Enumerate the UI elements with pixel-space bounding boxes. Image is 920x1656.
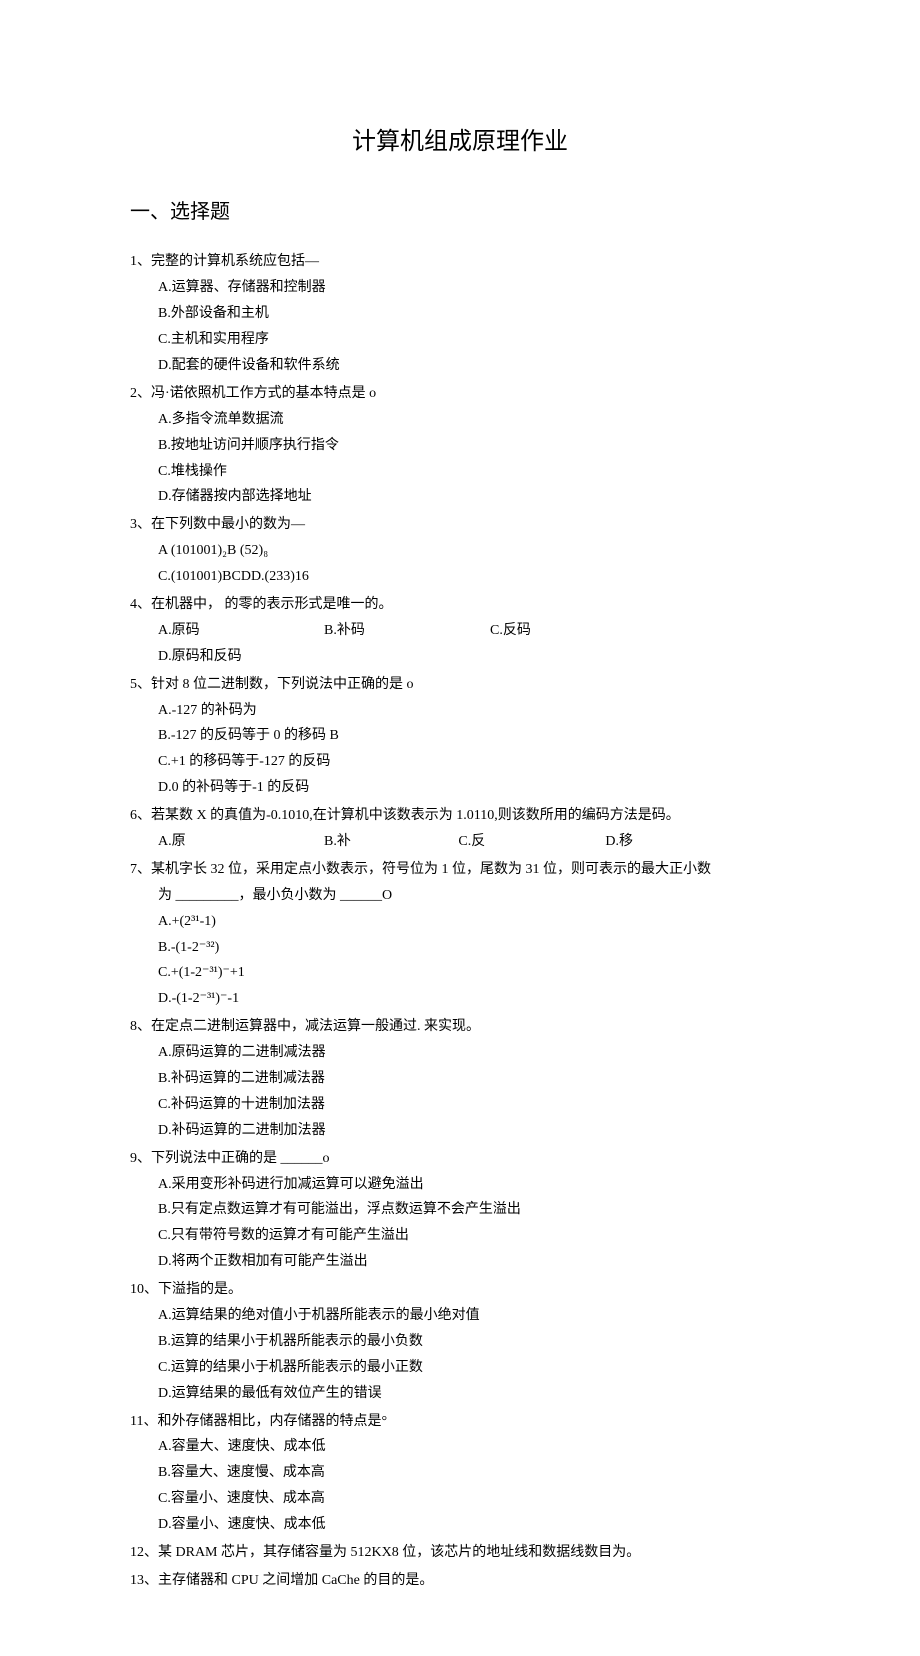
q6-option-c: C.反 [458, 829, 597, 855]
q7-stem-cont: 为 _________，最小负小数为 ______O [130, 883, 790, 909]
q9-option-d: D.将两个正数相加有可能产生溢出 [158, 1249, 782, 1275]
q9-option-b: B.只有定点数运算才有可能溢出，浮点数运算不会产生溢出 [158, 1197, 782, 1223]
page-title: 计算机组成原理作业 [130, 120, 790, 164]
q7-option-d: D.-(1-2⁻³¹)⁻-1 [158, 986, 474, 1012]
q1-option-b: B.外部设备和主机 [158, 301, 474, 327]
q11-option-d: D.容量小、速度快、成本低 [158, 1512, 474, 1538]
q1-option-c: C.主机和实用程序 [158, 327, 474, 353]
question-11: 11、和外存储器相比，内存储器的特点是° A.容量大、速度快、成本低 B.容量大… [130, 1409, 790, 1538]
q10-option-a: A.运算结果的绝对值小于机器所能表示的最小绝对值 [158, 1303, 782, 1329]
q8-option-b: B.补码运算的二进制减法器 [158, 1066, 493, 1092]
question-9: 9、下列说法中正确的是 ______o A.采用变形补码进行加减运算可以避免溢出… [130, 1146, 790, 1275]
q5-option-b: B.-127 的反码等于 0 的移码 B [158, 723, 556, 749]
q9-option-c: C.只有带符号数的运算才有可能产生溢出 [158, 1223, 782, 1249]
q6-option-b: B.补 [324, 829, 450, 855]
question-7: 7、某机字长 32 位，采用定点小数表示，符号位为 1 位，尾数为 31 位，则… [130, 857, 790, 1012]
q4-option-c: C.反码 [490, 618, 648, 644]
question-13: 13、主存储器和 CPU 之间增加 CaChe 的目的是。 [130, 1568, 790, 1594]
q4-option-a: A.原码 [158, 618, 316, 644]
q2-option-c: C.堆栈操作 [158, 459, 398, 485]
question-6: 6、若某数 X 的真值为-0.1010,在计算机中该数表示为 1.0110,则该… [130, 803, 790, 855]
q6-option-d: D.移 [605, 829, 731, 855]
question-10: 10、下溢指的是。 A.运算结果的绝对值小于机器所能表示的最小绝对值 B.运算的… [130, 1277, 790, 1406]
q7-option-b: B.-(1-2⁻³²) [158, 935, 474, 961]
q9-option-a: A.采用变形补码进行加减运算可以避免溢出 [158, 1172, 782, 1198]
q6-option-a: A.原 [158, 829, 316, 855]
q10-stem: 10、下溢指的是。 [130, 1277, 790, 1303]
q5-option-a: A.-127 的补码为 [158, 698, 379, 724]
question-2: 2、冯·诺依照机工作方式的基本特点是 o A.多指令流单数据流 B.按地址访问并… [130, 381, 790, 510]
q7-option-c: C.+(1-2⁻³¹)⁻+1 [158, 960, 474, 986]
q2-option-a: A.多指令流单数据流 [158, 407, 398, 433]
question-12: 12、某 DRAM 芯片，其存储容量为 512KX8 位，该芯片的地址线和数据线… [130, 1540, 790, 1566]
q8-option-c: C.补码运算的十进制加法器 [158, 1092, 461, 1118]
q2-stem: 2、冯·诺依照机工作方式的基本特点是 o [130, 381, 790, 407]
question-8: 8、在定点二进制运算器中，减法运算一般通过. 来实现。 A.原码运算的二进制减法… [130, 1014, 790, 1143]
q10-option-c: C.运算的结果小于机器所能表示的最小正数 [158, 1355, 782, 1381]
q3-stem: 3、在下列数中最小的数为— [130, 512, 790, 538]
question-1: 1、完整的计算机系统应包括— A.运算器、存储器和控制器 B.外部设备和主机 C… [130, 249, 790, 378]
q11-option-b: B.容量大、速度慢、成本高 [158, 1460, 474, 1486]
q3-option-ab: A (101001)₂B (52)₈ [158, 538, 474, 564]
q7-stem: 7、某机字长 32 位，采用定点小数表示，符号位为 1 位，尾数为 31 位，则… [130, 857, 790, 883]
q4-option-d: D.原码和反码 [158, 644, 316, 670]
q5-option-c: C.+1 的移码等于-127 的反码 [158, 749, 474, 775]
q5-option-d: D.0 的补码等于-1 的反码 [158, 775, 461, 801]
q2-option-b: B.按地址访问并顺序执行指令 [158, 433, 537, 459]
q4-stem: 4、在机器中， 的零的表示形式是唯一的。 [130, 592, 790, 618]
q7-option-a: A.+(2³¹-1) [158, 909, 474, 935]
q10-option-b: B.运算的结果小于机器所能表示的最小负数 [158, 1329, 782, 1355]
q13-stem: 13、主存储器和 CPU 之间增加 CaChe 的目的是。 [130, 1568, 790, 1594]
q3-option-cd: C.(101001)BCDD.(233)16 [158, 564, 474, 590]
q9-stem: 9、下列说法中正确的是 ______o [130, 1146, 790, 1172]
q5-stem: 5、针对 8 位二进制数，下列说法中正确的是 o [130, 672, 790, 698]
q6-stem: 6、若某数 X 的真值为-0.1010,在计算机中该数表示为 1.0110,则该… [130, 803, 790, 829]
question-5: 5、针对 8 位二进制数，下列说法中正确的是 o A.-127 的补码为 B.-… [130, 672, 790, 801]
q11-stem: 11、和外存储器相比，内存储器的特点是° [130, 1409, 790, 1435]
q1-option-a: A.运算器、存储器和控制器 [158, 275, 474, 301]
q12-stem: 12、某 DRAM 芯片，其存储容量为 512KX8 位，该芯片的地址线和数据线… [130, 1540, 790, 1566]
question-4: 4、在机器中， 的零的表示形式是唯一的。 A.原码 B.补码 C.反码 D.原码… [130, 592, 790, 670]
q11-option-a: A.容量大、速度快、成本低 [158, 1434, 474, 1460]
q4-option-b: B.补码 [324, 618, 482, 644]
q10-option-d: D.运算结果的最低有效位产生的错误 [158, 1381, 782, 1407]
q8-stem: 8、在定点二进制运算器中，减法运算一般通过. 来实现。 [130, 1014, 790, 1040]
q1-stem: 1、完整的计算机系统应包括— [130, 249, 790, 275]
q11-option-c: C.容量小、速度快、成本高 [158, 1486, 474, 1512]
q1-option-d: D.配套的硬件设备和软件系统 [158, 353, 474, 379]
q2-option-d: D.存储器按内部选择地址 [158, 484, 537, 510]
q8-option-d: D.补码运算的二进制加法器 [158, 1118, 474, 1144]
question-3: 3、在下列数中最小的数为— A (101001)₂B (52)₈ C.(1010… [130, 512, 790, 590]
q8-option-a: A.原码运算的二进制减法器 [158, 1040, 442, 1066]
section-heading: 一、选择题 [130, 194, 790, 231]
